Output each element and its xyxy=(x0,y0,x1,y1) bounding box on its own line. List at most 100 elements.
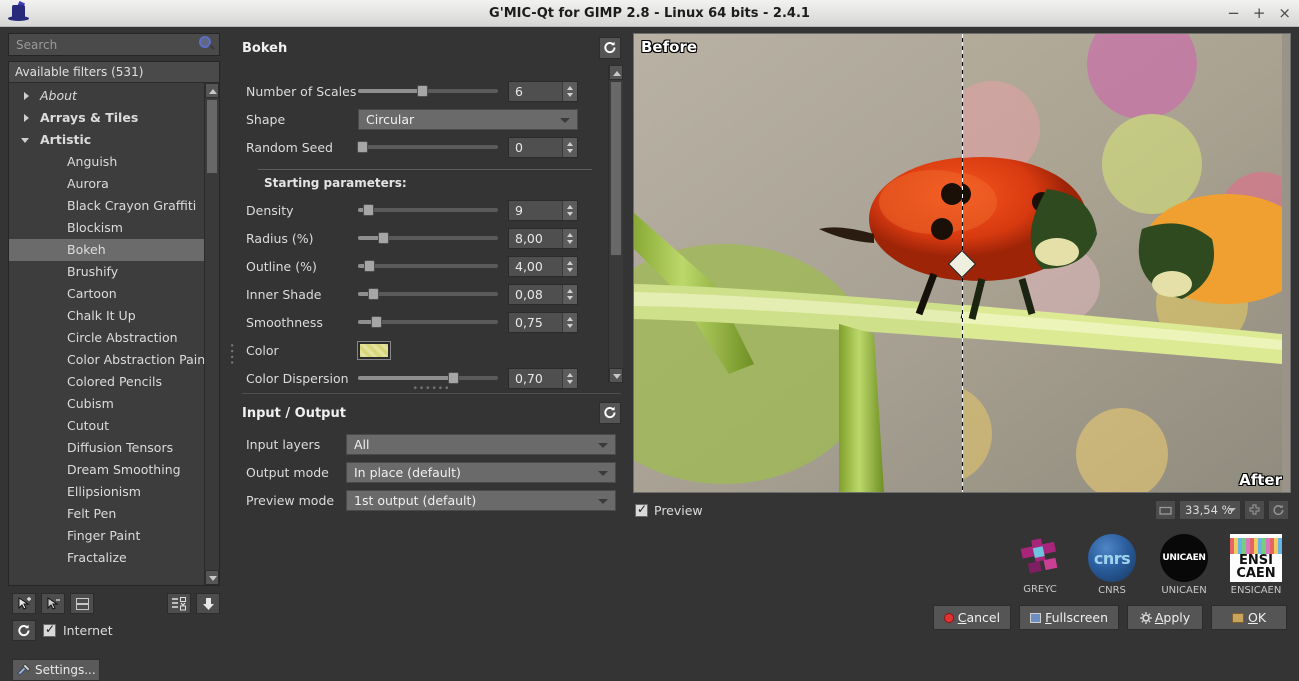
param-slider[interactable] xyxy=(358,200,498,220)
filter-item[interactable]: Fractalize xyxy=(9,547,219,569)
rename-filter-button[interactable] xyxy=(70,593,94,614)
maximize-icon[interactable]: + xyxy=(1253,5,1266,21)
params-scroll-down[interactable] xyxy=(609,368,623,383)
filter-category[interactable]: About xyxy=(9,85,219,107)
filter-item[interactable]: Diffusion Tensors xyxy=(9,437,219,459)
scroll-thumb[interactable] xyxy=(206,99,218,174)
zoom-reset-button[interactable] xyxy=(1268,500,1289,520)
filter-item[interactable]: Color Abstraction Paint xyxy=(9,349,219,371)
param-value-spinbox[interactable]: 6 xyxy=(508,80,578,102)
zoom-field[interactable]: 33,54 % xyxy=(1179,500,1241,520)
io-select[interactable]: 1st output (default) xyxy=(346,489,616,511)
chevron-down-icon[interactable] xyxy=(1228,508,1236,512)
filter-item[interactable]: Blockism xyxy=(9,217,219,239)
spinbox-arrows[interactable] xyxy=(562,368,577,388)
slider-knob[interactable] xyxy=(371,316,383,328)
filter-category[interactable]: Arrays & Tiles xyxy=(9,107,219,129)
filter-item[interactable]: Anguish xyxy=(9,151,219,173)
slider-knob[interactable] xyxy=(417,85,429,97)
params-scroll-up[interactable] xyxy=(609,65,623,80)
slider-knob[interactable] xyxy=(378,232,390,244)
chevron-down-icon[interactable] xyxy=(560,117,570,123)
param-value-spinbox[interactable]: 0,08 xyxy=(508,283,578,305)
param-value-spinbox[interactable]: 8,00 xyxy=(508,227,578,249)
zoom-fit-button[interactable] xyxy=(1155,500,1176,520)
io-row: Input layers All xyxy=(234,430,629,458)
filter-item[interactable]: Colored Pencils xyxy=(9,371,219,393)
filter-item[interactable]: Cartoon xyxy=(9,283,219,305)
io-select[interactable]: All xyxy=(346,433,616,455)
search-icon[interactable] xyxy=(199,36,215,52)
parameters-scrollbar[interactable] xyxy=(608,65,623,383)
slider-knob[interactable] xyxy=(362,204,374,216)
params-scroll-thumb[interactable] xyxy=(610,81,622,256)
filter-item[interactable]: Circle Abstraction xyxy=(9,327,219,349)
filter-item[interactable]: Cubism xyxy=(9,393,219,415)
spinbox-arrows[interactable] xyxy=(562,228,577,248)
chevron-down-icon[interactable] xyxy=(598,442,608,448)
filter-item[interactable]: Aurora xyxy=(9,173,219,195)
cancel-button[interactable]: Cancel xyxy=(932,605,1012,630)
add-favorite-button[interactable] xyxy=(12,593,36,614)
slider-knob[interactable] xyxy=(448,372,460,384)
filter-item[interactable]: Bokeh xyxy=(9,239,219,261)
param-slider[interactable] xyxy=(358,368,498,388)
slider-knob[interactable] xyxy=(357,141,369,153)
scroll-down-button[interactable] xyxy=(205,570,219,585)
slider-knob[interactable] xyxy=(368,288,380,300)
param-value-spinbox[interactable]: 9 xyxy=(508,199,578,221)
ok-button[interactable]: OK xyxy=(1211,605,1287,630)
chevron-down-icon[interactable] xyxy=(598,498,608,504)
search-input[interactable] xyxy=(8,33,220,56)
filters-scrollbar[interactable] xyxy=(204,83,219,585)
param-value-spinbox[interactable]: 0 xyxy=(508,136,578,158)
fullscreen-button[interactable]: Fullscreen xyxy=(1019,605,1119,630)
filter-category[interactable]: Artistic xyxy=(9,129,219,151)
close-icon[interactable]: × xyxy=(1278,5,1291,21)
reset-parameters-button[interactable] xyxy=(599,37,621,59)
reset-io-button[interactable] xyxy=(599,402,621,424)
chevron-down-icon[interactable] xyxy=(598,470,608,476)
minimize-icon[interactable]: − xyxy=(1227,5,1240,21)
filters-tree[interactable]: About Arrays & Tiles Artistic Anguish Aurora… xyxy=(9,83,219,585)
spinbox-arrows[interactable] xyxy=(562,312,577,332)
internet-checkbox[interactable] xyxy=(43,622,56,637)
param-slider[interactable] xyxy=(358,228,498,248)
download-button[interactable] xyxy=(196,593,220,614)
filter-item[interactable]: Ellipsionism xyxy=(9,481,219,503)
spinbox-arrows[interactable] xyxy=(562,200,577,220)
spinbox-arrows[interactable] xyxy=(562,137,577,157)
spinbox-arrows[interactable] xyxy=(562,256,577,276)
param-slider[interactable] xyxy=(358,81,498,101)
filter-item[interactable]: Brushify xyxy=(9,261,219,283)
slider-knob[interactable] xyxy=(364,260,376,272)
filter-item[interactable]: Dream Smoothing xyxy=(9,459,219,481)
shape-select[interactable]: Circular xyxy=(358,108,578,130)
remove-favorite-button[interactable] xyxy=(41,593,65,614)
color-swatch-button[interactable] xyxy=(357,340,391,360)
param-value-spinbox[interactable]: 0,75 xyxy=(508,311,578,333)
param-slider[interactable] xyxy=(358,312,498,332)
filter-item[interactable]: Finger Paint xyxy=(9,525,219,547)
spinbox-arrows[interactable] xyxy=(562,81,577,101)
param-slider[interactable] xyxy=(357,137,498,157)
spinbox-arrows[interactable] xyxy=(562,284,577,304)
refresh-filters-button[interactable] xyxy=(12,620,36,641)
expand-collapse-button[interactable] xyxy=(167,593,191,614)
param-value-spinbox[interactable]: 4,00 xyxy=(508,255,578,277)
settings-button[interactable]: Settings... xyxy=(12,659,100,681)
preview-area[interactable]: Before After xyxy=(633,33,1291,493)
param-slider[interactable] xyxy=(358,284,498,304)
filter-item[interactable]: Chalk It Up xyxy=(9,305,219,327)
apply-button[interactable]: Apply xyxy=(1127,605,1203,630)
io-select[interactable]: In place (default) xyxy=(346,461,616,483)
filter-item[interactable]: Black Crayon Graffiti xyxy=(9,195,219,217)
param-value-spinbox[interactable]: 0,70 xyxy=(508,367,578,389)
scroll-up-button[interactable] xyxy=(205,83,219,98)
param-label: Radius (%) xyxy=(246,230,314,246)
param-slider[interactable] xyxy=(358,256,498,276)
zoom-in-button[interactable] xyxy=(1244,500,1265,520)
filter-item[interactable]: Felt Pen xyxy=(9,503,219,525)
filter-item[interactable]: Cutout xyxy=(9,415,219,437)
preview-checkbox[interactable] xyxy=(635,502,648,517)
